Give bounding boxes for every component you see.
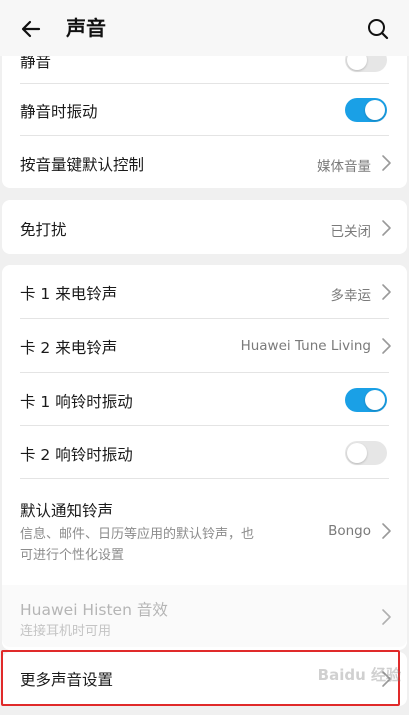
row-sim1-ringtone-value: 多幸运 [330, 288, 372, 304]
chevron-right-icon [382, 523, 391, 539]
row-sim1-ringtone-label: 卡 1 来电铃声 [20, 285, 118, 303]
chevron-right-icon [382, 284, 391, 300]
row-sim1-ringtone[interactable]: 卡 1 来电铃声 多幸运 [2, 265, 407, 319]
sim2-vibrate-toggle[interactable] [345, 441, 387, 465]
row-notification-tone-label: 默认通知铃声 [20, 502, 114, 520]
row-dnd-value: 已关闭 [330, 224, 372, 240]
row-volume-key-value: 媒体音量 [317, 159, 371, 175]
card-general: 静音 静音时振动 按音量键默认控制 媒体音量 [2, 36, 407, 188]
row-sim2-vibrate-label: 卡 2 响铃时振动 [20, 446, 133, 464]
arrow-left-icon [21, 20, 41, 38]
chevron-right-icon [382, 155, 391, 171]
page-title: 声音 [66, 16, 106, 40]
row-volume-key-label: 按音量键默认控制 [20, 156, 145, 174]
toggle-knob [365, 100, 385, 120]
row-notification-tone-desc-2: 可进行个性化设置 [20, 548, 125, 563]
toggle-knob [347, 443, 367, 463]
row-notification-tone-value: Bongo [328, 523, 371, 539]
row-sim2-ringtone-label: 卡 2 来电铃声 [20, 339, 118, 357]
row-notification-tone-desc-1: 信息、邮件、日历等应用的默认铃声，也 [20, 527, 255, 542]
sim1-vibrate-toggle[interactable] [345, 388, 387, 412]
row-dnd[interactable]: 免打扰 已关闭 [2, 200, 407, 254]
row-more-sound-label: 更多声音设置 [20, 671, 114, 689]
row-sim2-vibrate[interactable]: 卡 2 响铃时振动 [2, 426, 407, 479]
row-dnd-label: 免打扰 [20, 221, 67, 239]
row-vibrate-when-mute-label: 静音时振动 [20, 103, 98, 121]
chevron-right-icon [382, 338, 391, 354]
row-histen-label: Huawei Histen 音效 [20, 601, 168, 619]
card-dnd: 免打扰 已关闭 [2, 200, 407, 254]
row-sim1-vibrate[interactable]: 卡 1 响铃时振动 [2, 373, 407, 426]
row-histen[interactable]: Huawei Histen 音效 连接耳机时可用 [2, 585, 407, 647]
card-histen: Huawei Histen 音效 连接耳机时可用 [2, 585, 407, 647]
row-sim2-ringtone[interactable]: 卡 2 来电铃声 Huawei Tune Living [2, 319, 407, 373]
chevron-right-icon [382, 220, 391, 236]
row-notification-tone[interactable]: 默认通知铃声 信息、邮件、日历等应用的默认铃声，也 可进行个性化设置 Bongo [2, 479, 407, 570]
back-button[interactable] [14, 12, 48, 46]
row-vibrate-when-mute[interactable]: 静音时振动 [2, 84, 407, 136]
toggle-knob [365, 390, 385, 410]
row-histen-desc: 连接耳机时可用 [20, 624, 112, 639]
vibrate-when-mute-toggle[interactable] [345, 98, 387, 122]
chevron-right-icon [382, 609, 391, 625]
row-volume-key[interactable]: 按音量键默认控制 媒体音量 [2, 136, 407, 188]
app-header: 声音 [0, 0, 409, 56]
baidu-watermark: Baidu 经验 [317, 666, 401, 684]
search-icon [368, 19, 389, 40]
search-button[interactable] [361, 12, 395, 46]
row-sim1-vibrate-label: 卡 1 响铃时振动 [20, 393, 133, 411]
row-sim2-ringtone-value: Huawei Tune Living [240, 338, 371, 354]
